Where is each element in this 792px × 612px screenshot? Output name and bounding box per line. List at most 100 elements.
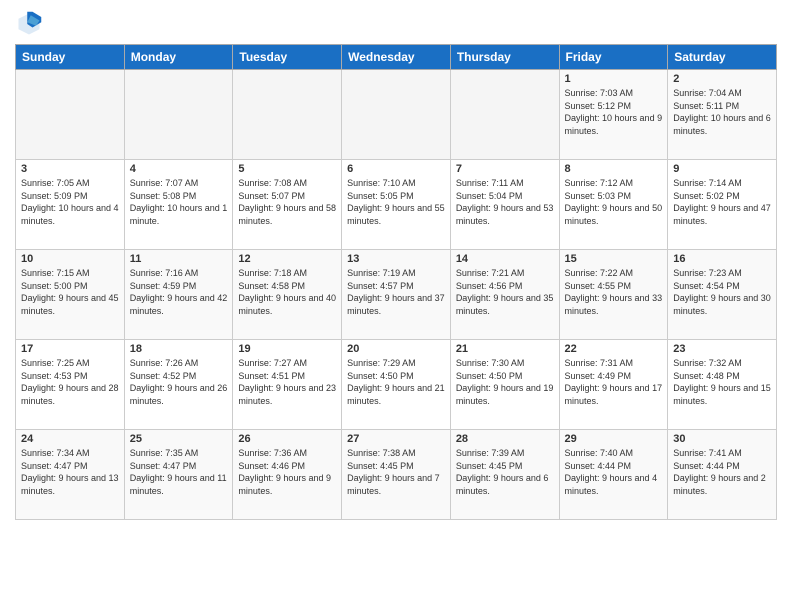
calendar-cell: 5Sunrise: 7:08 AM Sunset: 5:07 PM Daylig… bbox=[233, 160, 342, 250]
calendar-cell: 8 Sunrise: 7:12 AM Sunset: 5:03 PM Daylig… bbox=[559, 160, 668, 250]
calendar-cell: 1 Sunrise: 7:03 AM Sunset: 5:12 PM Daylig… bbox=[559, 70, 668, 160]
day-info: Sunrise: 7:29 AM Sunset: 4:50 PM Dayligh… bbox=[347, 357, 445, 407]
day-info: Sunrise: 7:04 AM Sunset: 5:11 PM Dayligh… bbox=[673, 87, 771, 137]
day-number: 15 bbox=[565, 253, 663, 265]
day-info: Sunrise: 7:39 AM Sunset: 4:45 PM Dayligh… bbox=[456, 447, 554, 497]
day-number: 3 bbox=[21, 163, 119, 175]
day-number: 14 bbox=[456, 253, 554, 265]
calendar-week-row: 10 Sunrise: 7:15 AM Sunset: 5:00 PM Dayli… bbox=[16, 250, 777, 340]
day-number: 2 bbox=[673, 73, 771, 85]
day-info: Sunrise: 7:15 AM Sunset: 5:00 PM Dayligh… bbox=[21, 267, 119, 317]
day-number: 11 bbox=[130, 253, 228, 265]
calendar-table: SundayMondayTuesdayWednesdayThursdayFrid… bbox=[15, 44, 777, 520]
day-info: Sunrise: 7:12 AM Sunset: 5:03 PM Dayligh… bbox=[565, 177, 663, 227]
day-info: Sunrise: 7:41 AM Sunset: 4:44 PM Dayligh… bbox=[673, 447, 771, 497]
calendar-cell bbox=[450, 70, 559, 160]
calendar-cell bbox=[233, 70, 342, 160]
calendar-cell: 30 Sunrise: 7:41 AM Sunset: 4:44 PM Dayli… bbox=[668, 430, 777, 520]
calendar-week-row: 17Sunrise: 7:25 AM Sunset: 4:53 PM Dayli… bbox=[16, 340, 777, 430]
day-info: Sunrise: 7:10 AM Sunset: 5:05 PM Dayligh… bbox=[347, 177, 445, 227]
day-number: 8 bbox=[565, 163, 663, 175]
day-number: 19 bbox=[238, 343, 336, 355]
calendar-week-row: 1 Sunrise: 7:03 AM Sunset: 5:12 PM Daylig… bbox=[16, 70, 777, 160]
day-info: Sunrise: 7:16 AM Sunset: 4:59 PM Dayligh… bbox=[130, 267, 228, 317]
day-info: Sunrise: 7:34 AM Sunset: 4:47 PM Dayligh… bbox=[21, 447, 119, 497]
calendar-cell: 27 Sunrise: 7:38 AM Sunset: 4:45 PM Dayli… bbox=[342, 430, 451, 520]
day-info: Sunrise: 7:21 AM Sunset: 4:56 PM Dayligh… bbox=[456, 267, 554, 317]
day-number: 23 bbox=[673, 343, 771, 355]
day-number: 10 bbox=[21, 253, 119, 265]
day-info: Sunrise: 7:30 AM Sunset: 4:50 PM Dayligh… bbox=[456, 357, 554, 407]
calendar-cell: 4 Sunrise: 7:07 AM Sunset: 5:08 PM Daylig… bbox=[124, 160, 233, 250]
day-info: Sunrise: 7:26 AM Sunset: 4:52 PM Dayligh… bbox=[130, 357, 228, 407]
calendar-cell: 21 Sunrise: 7:30 AM Sunset: 4:50 PM Dayli… bbox=[450, 340, 559, 430]
calendar-cell: 15 Sunrise: 7:22 AM Sunset: 4:55 PM Dayli… bbox=[559, 250, 668, 340]
day-number: 24 bbox=[21, 433, 119, 445]
calendar-cell bbox=[124, 70, 233, 160]
calendar-cell: 19 Sunrise: 7:27 AM Sunset: 4:51 PM Dayli… bbox=[233, 340, 342, 430]
calendar-cell: 25 Sunrise: 7:35 AM Sunset: 4:47 PM Dayli… bbox=[124, 430, 233, 520]
day-info: Sunrise: 7:08 AM Sunset: 5:07 PM Dayligh… bbox=[238, 177, 336, 227]
day-info: Sunrise: 7:32 AM Sunset: 4:48 PM Dayligh… bbox=[673, 357, 771, 407]
calendar-cell: 3 Sunrise: 7:05 AM Sunset: 5:09 PM Daylig… bbox=[16, 160, 125, 250]
calendar-cell: 17Sunrise: 7:25 AM Sunset: 4:53 PM Dayli… bbox=[16, 340, 125, 430]
calendar-cell: 18 Sunrise: 7:26 AM Sunset: 4:52 PM Dayli… bbox=[124, 340, 233, 430]
weekday-header: Sunday bbox=[16, 45, 125, 70]
day-info: Sunrise: 7:27 AM Sunset: 4:51 PM Dayligh… bbox=[238, 357, 336, 407]
day-number: 12 bbox=[238, 253, 336, 265]
day-number: 20 bbox=[347, 343, 445, 355]
day-info: Sunrise: 7:36 AM Sunset: 4:46 PM Dayligh… bbox=[238, 447, 336, 497]
calendar-cell: 14 Sunrise: 7:21 AM Sunset: 4:56 PM Dayli… bbox=[450, 250, 559, 340]
logo-icon bbox=[15, 10, 43, 38]
day-number: 7 bbox=[456, 163, 554, 175]
weekday-header: Friday bbox=[559, 45, 668, 70]
day-number: 21 bbox=[456, 343, 554, 355]
day-info: Sunrise: 7:38 AM Sunset: 4:45 PM Dayligh… bbox=[347, 447, 445, 497]
logo bbox=[15, 10, 47, 38]
calendar-cell bbox=[16, 70, 125, 160]
calendar-week-row: 3 Sunrise: 7:05 AM Sunset: 5:09 PM Daylig… bbox=[16, 160, 777, 250]
calendar-cell: 16 Sunrise: 7:23 AM Sunset: 4:54 PM Dayli… bbox=[668, 250, 777, 340]
day-number: 27 bbox=[347, 433, 445, 445]
calendar-cell: 23 Sunrise: 7:32 AM Sunset: 4:48 PM Dayli… bbox=[668, 340, 777, 430]
calendar-cell: 6Sunrise: 7:10 AM Sunset: 5:05 PM Daylig… bbox=[342, 160, 451, 250]
day-info: Sunrise: 7:23 AM Sunset: 4:54 PM Dayligh… bbox=[673, 267, 771, 317]
day-number: 26 bbox=[238, 433, 336, 445]
day-number: 22 bbox=[565, 343, 663, 355]
day-info: Sunrise: 7:35 AM Sunset: 4:47 PM Dayligh… bbox=[130, 447, 228, 497]
day-info: Sunrise: 7:05 AM Sunset: 5:09 PM Dayligh… bbox=[21, 177, 119, 227]
day-number: 4 bbox=[130, 163, 228, 175]
day-info: Sunrise: 7:31 AM Sunset: 4:49 PM Dayligh… bbox=[565, 357, 663, 407]
day-number: 1 bbox=[565, 73, 663, 85]
day-info: Sunrise: 7:40 AM Sunset: 4:44 PM Dayligh… bbox=[565, 447, 663, 497]
day-number: 18 bbox=[130, 343, 228, 355]
day-number: 16 bbox=[673, 253, 771, 265]
page: SundayMondayTuesdayWednesdayThursdayFrid… bbox=[0, 0, 792, 612]
day-info: Sunrise: 7:07 AM Sunset: 5:08 PM Dayligh… bbox=[130, 177, 228, 227]
calendar-cell: 12 Sunrise: 7:18 AM Sunset: 4:58 PM Dayli… bbox=[233, 250, 342, 340]
weekday-header: Wednesday bbox=[342, 45, 451, 70]
calendar-cell bbox=[342, 70, 451, 160]
calendar-cell: 7 Sunrise: 7:11 AM Sunset: 5:04 PM Daylig… bbox=[450, 160, 559, 250]
calendar-cell: 20 Sunrise: 7:29 AM Sunset: 4:50 PM Dayli… bbox=[342, 340, 451, 430]
day-number: 29 bbox=[565, 433, 663, 445]
day-info: Sunrise: 7:19 AM Sunset: 4:57 PM Dayligh… bbox=[347, 267, 445, 317]
day-number: 25 bbox=[130, 433, 228, 445]
day-number: 30 bbox=[673, 433, 771, 445]
calendar-cell: 13Sunrise: 7:19 AM Sunset: 4:57 PM Dayli… bbox=[342, 250, 451, 340]
day-number: 28 bbox=[456, 433, 554, 445]
weekday-header: Tuesday bbox=[233, 45, 342, 70]
day-info: Sunrise: 7:14 AM Sunset: 5:02 PM Dayligh… bbox=[673, 177, 771, 227]
day-info: Sunrise: 7:22 AM Sunset: 4:55 PM Dayligh… bbox=[565, 267, 663, 317]
day-info: Sunrise: 7:03 AM Sunset: 5:12 PM Dayligh… bbox=[565, 87, 663, 137]
calendar-cell: 28 Sunrise: 7:39 AM Sunset: 4:45 PM Dayli… bbox=[450, 430, 559, 520]
header bbox=[15, 10, 777, 38]
day-info: Sunrise: 7:18 AM Sunset: 4:58 PM Dayligh… bbox=[238, 267, 336, 317]
day-info: Sunrise: 7:11 AM Sunset: 5:04 PM Dayligh… bbox=[456, 177, 554, 227]
day-number: 9 bbox=[673, 163, 771, 175]
calendar-cell: 11 Sunrise: 7:16 AM Sunset: 4:59 PM Dayli… bbox=[124, 250, 233, 340]
day-info: Sunrise: 7:25 AM Sunset: 4:53 PM Dayligh… bbox=[21, 357, 119, 407]
calendar-cell: 22 Sunrise: 7:31 AM Sunset: 4:49 PM Dayli… bbox=[559, 340, 668, 430]
calendar-week-row: 24 Sunrise: 7:34 AM Sunset: 4:47 PM Dayli… bbox=[16, 430, 777, 520]
calendar-cell: 29 Sunrise: 7:40 AM Sunset: 4:44 PM Dayli… bbox=[559, 430, 668, 520]
